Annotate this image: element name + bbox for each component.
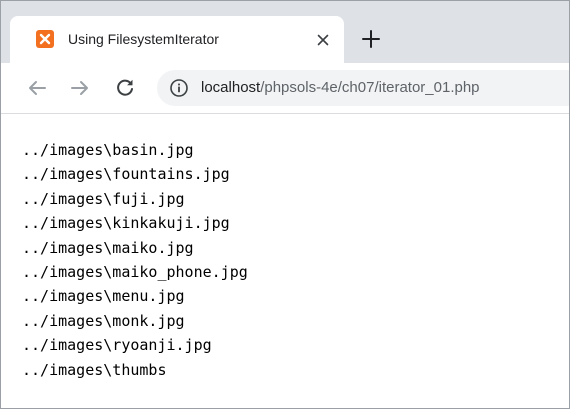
back-arrow-icon[interactable]: [25, 76, 49, 100]
new-tab-plus-icon[interactable]: [359, 27, 383, 51]
url-text: localhost/phpsols-4e/ch07/iterator_01.ph…: [201, 70, 480, 106]
list-item: ../images\menu.jpg: [22, 287, 185, 306]
reload-icon[interactable]: [113, 76, 137, 100]
forward-arrow-icon[interactable]: [68, 76, 92, 100]
list-item: ../images\fuji.jpg: [22, 189, 185, 208]
list-item: ../images\maiko_phone.jpg: [22, 262, 248, 281]
list-item: ../images\fountains.jpg: [22, 165, 230, 184]
browser-window: Using FilesystemIterator localhost/phpso…: [0, 0, 570, 409]
browser-toolbar: localhost/phpsols-4e/ch07/iterator_01.ph…: [1, 63, 569, 114]
url-path: /phpsols-4e/ch07/iterator_01.php: [260, 79, 480, 96]
tab-strip: Using FilesystemIterator: [1, 1, 569, 63]
list-item: ../images\basin.jpg: [22, 141, 194, 159]
tab-title: Using FilesystemIterator: [68, 31, 219, 47]
xampp-favicon-icon: [36, 30, 54, 48]
list-item: ../images\monk.jpg: [22, 311, 185, 330]
active-tab[interactable]: Using FilesystemIterator: [10, 16, 344, 63]
address-bar[interactable]: localhost/phpsols-4e/ch07/iterator_01.ph…: [157, 70, 569, 106]
info-icon[interactable]: [169, 78, 189, 98]
directory-listing: ../images\basin.jpg ../images\fountains.…: [22, 138, 248, 382]
url-host: localhost: [201, 79, 261, 96]
list-item: ../images\thumbs: [22, 360, 167, 379]
list-item: ../images\kinkakuji.jpg: [22, 214, 230, 233]
close-icon[interactable]: [312, 29, 334, 51]
list-item: ../images\ryoanji.jpg: [22, 336, 212, 355]
list-item: ../images\maiko.jpg: [22, 238, 194, 257]
